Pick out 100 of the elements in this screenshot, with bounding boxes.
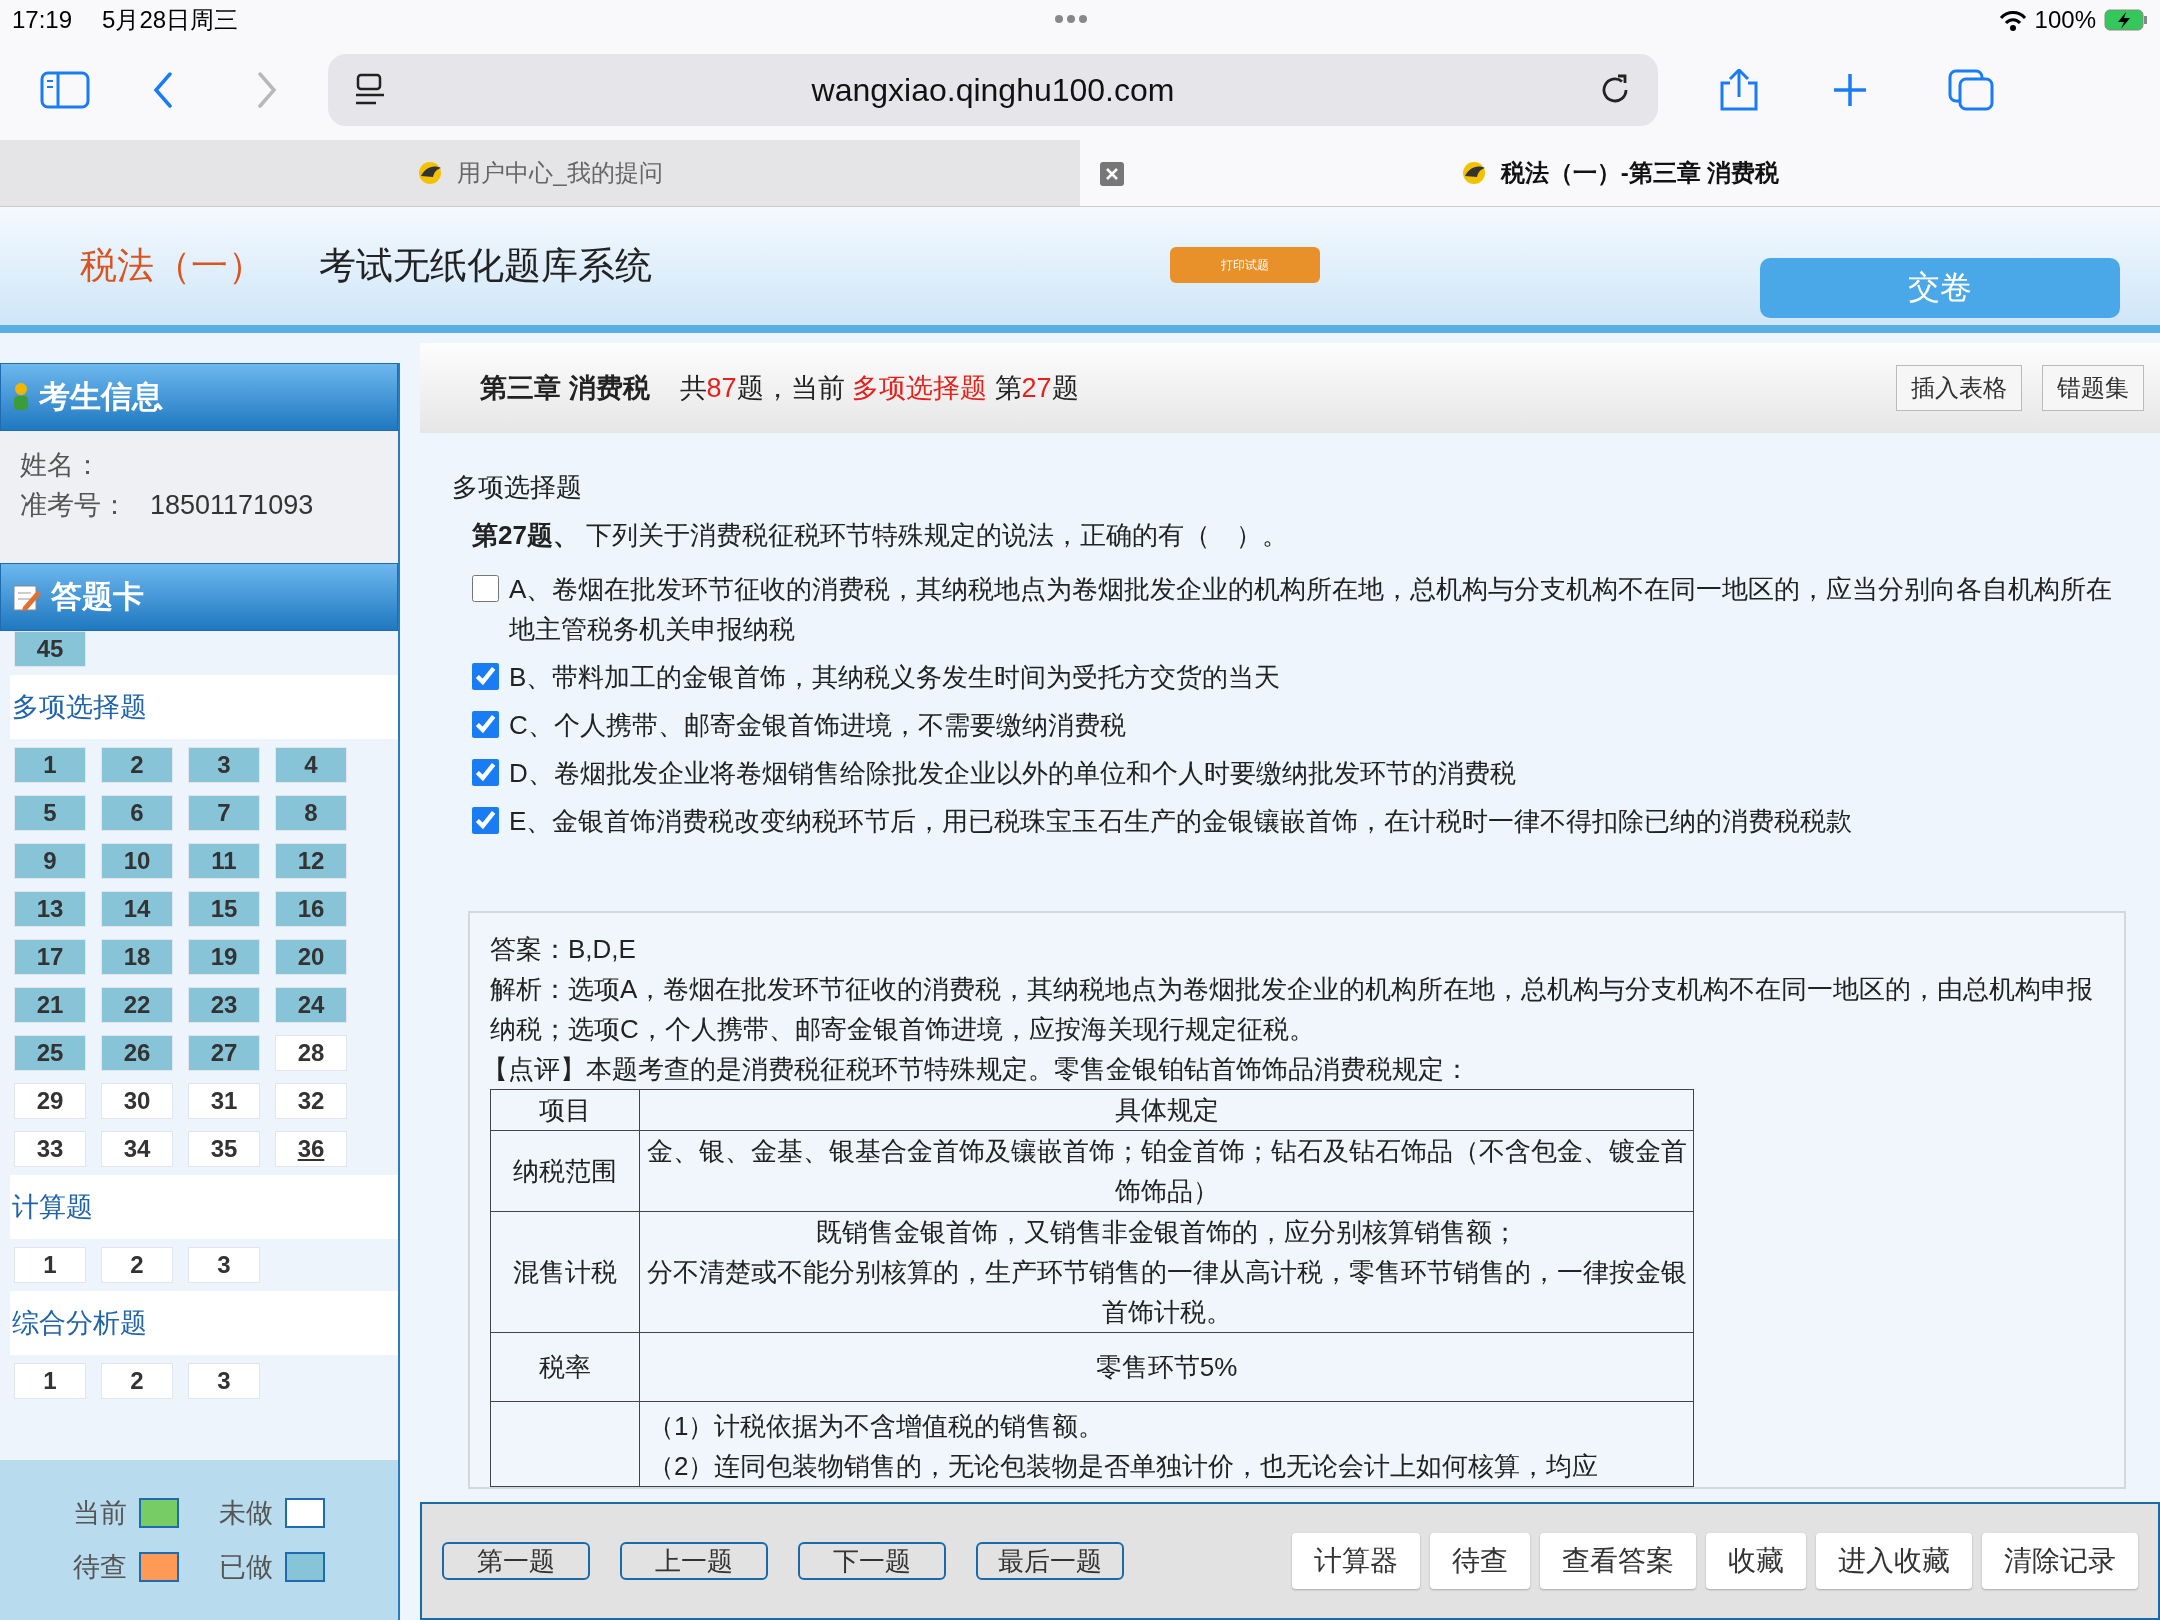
question-number[interactable]: 11 xyxy=(188,843,260,879)
question-number[interactable]: 1 xyxy=(14,1247,86,1283)
question-number[interactable]: 31 xyxy=(188,1083,260,1119)
question-number[interactable]: 18 xyxy=(101,939,173,975)
question-number[interactable]: 45 xyxy=(14,631,86,667)
option-checkbox[interactable] xyxy=(472,807,499,834)
question-number[interactable]: 30 xyxy=(101,1083,173,1119)
question-number[interactable]: 21 xyxy=(14,987,86,1023)
nav-button[interactable]: 第一题 xyxy=(442,1542,590,1580)
option-checkbox[interactable] xyxy=(472,663,499,690)
question-number[interactable]: 20 xyxy=(275,939,347,975)
tabs-icon[interactable] xyxy=(1948,69,1994,111)
question-number[interactable]: 6 xyxy=(101,795,173,831)
option-checkbox[interactable] xyxy=(472,759,499,786)
question-number[interactable]: 12 xyxy=(275,843,347,879)
nav-button[interactable]: 最后一题 xyxy=(976,1542,1124,1580)
toolbar-button[interactable]: 插入表格 xyxy=(1896,365,2022,411)
question-number[interactable]: 19 xyxy=(188,939,260,975)
option-text: C、个人携带、邮寄金银首饰进境，不需要缴纳消费税 xyxy=(509,709,1126,742)
question-number[interactable]: 26 xyxy=(101,1035,173,1071)
nav-button[interactable]: 下一题 xyxy=(798,1542,946,1580)
table-header: 项目 xyxy=(490,1089,640,1131)
person-icon xyxy=(11,382,31,412)
more-dots-icon[interactable] xyxy=(1055,14,1087,24)
subject-title: 税法（一） xyxy=(80,244,265,288)
cell-text: 零售环节5% xyxy=(1094,1351,1239,1384)
favicon-icon xyxy=(1460,160,1487,186)
tool-button[interactable]: 计算器 xyxy=(1292,1533,1420,1589)
question-number[interactable]: 22 xyxy=(101,987,173,1023)
question-number[interactable]: 2 xyxy=(101,1247,173,1283)
comment-text: 【点评】本题考查的是消费税征税环节特殊规定。零售金银铂钻首饰饰品消费税规定： xyxy=(482,1053,1471,1086)
tool-button[interactable]: 清除记录 xyxy=(1982,1533,2138,1589)
tool-button[interactable]: 收藏 xyxy=(1706,1533,1806,1589)
explanation-text: 解析：选项A，卷烟在批发环节征收的消费税，其纳税地点为卷烟批发企业的机构所在地，总机构与分支机构不在同一地区的，由总机构申报纳税；选项C，个人携带、邮寄金银首饰进境，应按海关现行规定征税。 xyxy=(490,973,2095,1046)
question-number[interactable]: 34 xyxy=(101,1131,173,1167)
question-number[interactable]: 16 xyxy=(275,891,347,927)
clock-time: 17:19 xyxy=(12,6,73,34)
answer-text: 答案：B,D,E xyxy=(490,933,637,966)
browser-tab[interactable]: 税法（一）-第三章 消费税 xyxy=(1080,140,2160,206)
share-icon[interactable] xyxy=(1718,69,1760,111)
question-number[interactable]: 32 xyxy=(275,1083,347,1119)
question-number[interactable]: 27 xyxy=(188,1035,260,1071)
chapter-title: 第三章 消费税 xyxy=(480,372,650,405)
nav-button[interactable]: 上一题 xyxy=(620,1542,768,1580)
question-number[interactable]: 3 xyxy=(188,1247,260,1283)
legend-label: 当前 xyxy=(73,1497,127,1530)
question-number[interactable]: 4 xyxy=(275,747,347,783)
question-number[interactable]: 33 xyxy=(14,1131,86,1167)
plus-icon[interactable] xyxy=(1832,72,1868,108)
sidebar-icon[interactable] xyxy=(40,71,90,109)
tool-button[interactable]: 待查 xyxy=(1430,1533,1530,1589)
option-checkbox[interactable] xyxy=(472,711,499,738)
cell-text: 既销售金银首饰，又销售非金银首饰的，应分别核算销售额； xyxy=(814,1216,1519,1249)
question-number[interactable]: 29 xyxy=(14,1083,86,1119)
back-icon[interactable] xyxy=(152,72,174,108)
question-number[interactable]: 9 xyxy=(14,843,86,879)
option-checkbox[interactable] xyxy=(472,575,499,602)
question-number[interactable]: 2 xyxy=(101,1363,173,1399)
question-number[interactable]: 15 xyxy=(188,891,260,927)
question-number[interactable]: 3 xyxy=(188,1363,260,1399)
field-label: 准考号： xyxy=(20,490,128,520)
question-type: 多项选择题 xyxy=(452,471,583,504)
question-number[interactable]: 24 xyxy=(275,987,347,1023)
question-number[interactable]: 17 xyxy=(14,939,86,975)
option-text: A、卷烟在批发环节征收的消费税，其纳税地点为卷烟批发企业的机构所在地，总机构与分支机构不在同一地区的，应当分别向各自机构所在地主管税务机关申报纳税 xyxy=(509,573,2114,646)
browser-tab[interactable]: 用户中心_我的提问 xyxy=(0,140,1080,206)
system-title: 考试无纸化题库系统 xyxy=(319,244,652,288)
close-icon[interactable] xyxy=(1100,162,1124,186)
table-cell: 纳税范围 xyxy=(490,1130,640,1212)
battery-icon xyxy=(2104,9,2148,31)
panel-title: 考生信息 xyxy=(39,378,163,416)
question-number[interactable]: 13 xyxy=(14,891,86,927)
field-value: 18501171093 xyxy=(150,490,314,520)
table-cell: 税率 xyxy=(490,1332,640,1402)
address-bar[interactable]: wangxiao.qinghu100.com xyxy=(328,54,1658,126)
toolbar-button[interactable]: 错题集 xyxy=(2042,365,2144,411)
battery-percent: 100% xyxy=(2034,6,2096,34)
field-label: 姓名： xyxy=(20,450,101,480)
section-title: 综合分析题 xyxy=(10,1291,398,1355)
question-number[interactable]: 1 xyxy=(14,1363,86,1399)
question-number[interactable]: 7 xyxy=(188,795,260,831)
wifi-icon xyxy=(1998,9,2027,31)
section-title: 计算题 xyxy=(10,1175,398,1239)
question-number[interactable]: 5 xyxy=(14,795,86,831)
question-number[interactable]: 10 xyxy=(101,843,173,879)
tool-button[interactable]: 查看答案 xyxy=(1540,1533,1696,1589)
question-number[interactable]: 28 xyxy=(275,1035,347,1071)
favicon-icon xyxy=(417,160,444,186)
cell-text: （1）计税依据为不含增值税的销售额。 xyxy=(648,1410,1106,1443)
question-number[interactable]: 1 xyxy=(14,747,86,783)
question-number[interactable]: 36 xyxy=(275,1131,347,1167)
question-number[interactable]: 23 xyxy=(188,987,260,1023)
question-number[interactable]: 2 xyxy=(101,747,173,783)
tool-button[interactable]: 进入收藏 xyxy=(1816,1533,1972,1589)
question-number[interactable]: 35 xyxy=(188,1131,260,1167)
question-number[interactable]: 14 xyxy=(101,891,173,927)
question-number[interactable]: 8 xyxy=(275,795,347,831)
question-number[interactable]: 3 xyxy=(188,747,260,783)
question-number[interactable]: 25 xyxy=(14,1035,86,1071)
page-menu-icon[interactable] xyxy=(354,73,386,107)
